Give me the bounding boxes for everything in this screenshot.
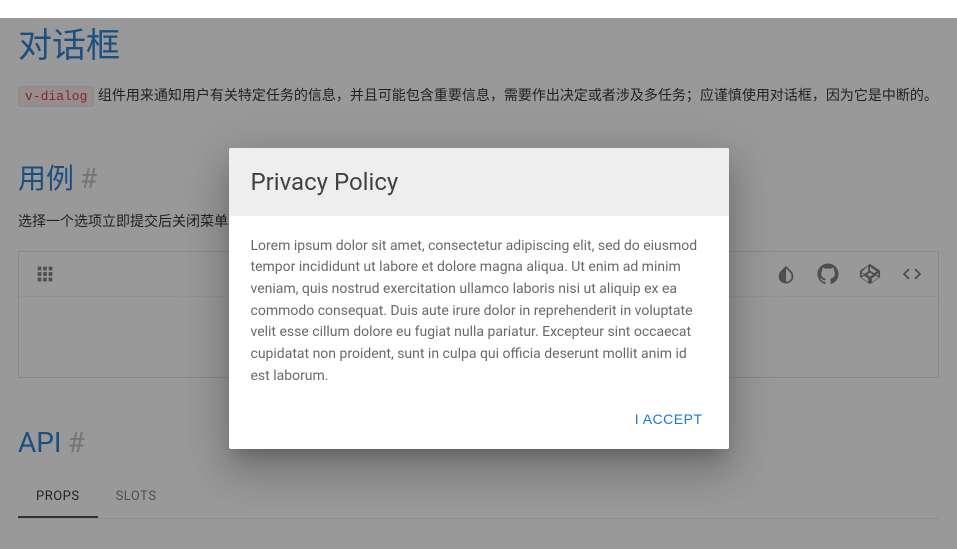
dialog-header: Privacy Policy — [229, 148, 729, 216]
privacy-dialog: Privacy Policy Lorem ipsum dolor sit ame… — [229, 148, 729, 450]
dialog-body: Lorem ipsum dolor sit amet, consectetur … — [229, 216, 729, 396]
accept-button[interactable]: I Accept — [623, 403, 715, 435]
dialog-actions: I Accept — [229, 395, 729, 449]
dialog-overlay[interactable]: Privacy Policy Lorem ipsum dolor sit ame… — [0, 18, 957, 549]
dialog-title: Privacy Policy — [251, 168, 707, 196]
